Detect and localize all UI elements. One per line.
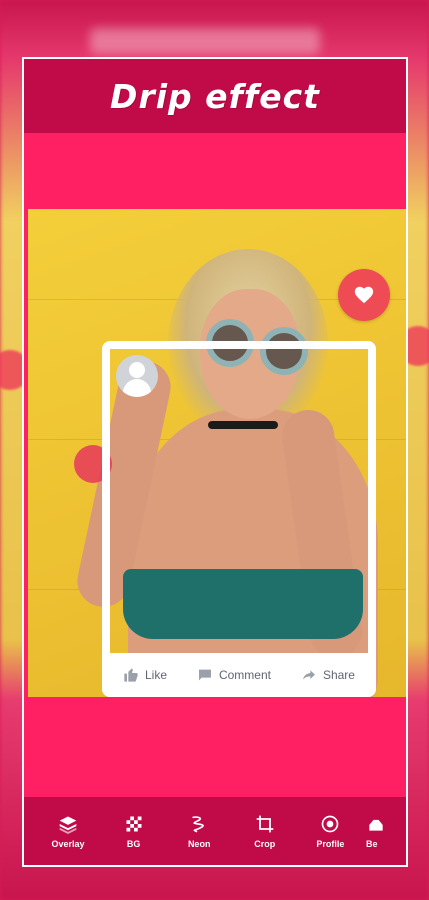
tool-overlay-label: Overlay [51, 838, 85, 849]
app-header: Drip effect [24, 59, 406, 133]
avatar [116, 355, 158, 397]
comment-icon [198, 669, 211, 681]
layers-icon [59, 816, 77, 834]
tool-crop-label: Crop [254, 838, 276, 849]
comment-label: Comment [218, 668, 271, 682]
like-label: Like [144, 668, 167, 682]
tool-partial[interactable]: Be [366, 814, 400, 849]
like-action[interactable]: Like [123, 667, 167, 683]
checker-icon [126, 816, 142, 831]
tool-bg-label: BG [126, 838, 141, 849]
tool-neon[interactable]: Neon [169, 814, 229, 849]
comment-action[interactable]: Comment [197, 667, 271, 683]
thumbs-up-icon [124, 668, 138, 682]
post-actions-bar: Like Comment Share [102, 653, 376, 697]
bottom-toolbar: Overlay BG Neon Crop Profile Be [24, 797, 406, 865]
tool-profile-label: Profile [316, 838, 345, 849]
edited-photo[interactable]: Like Comment Share [28, 209, 406, 697]
app-title: Drip effect [110, 76, 320, 116]
tool-crop[interactable]: Crop [235, 814, 295, 849]
tool-partial-label: Be [365, 838, 378, 849]
social-post-frame[interactable]: Like Comment Share [102, 341, 376, 697]
preview-frame: Drip effect Like Comment Share Overlay B… [22, 57, 408, 867]
crop-icon [256, 815, 274, 832]
tool-neon-label: Neon [187, 838, 211, 849]
share-action[interactable]: Share [301, 667, 355, 683]
neon-scribble-icon [192, 815, 205, 832]
share-label: Share [322, 668, 355, 682]
share-icon [302, 670, 315, 680]
tool-overlay[interactable]: Overlay [38, 814, 98, 849]
heart-reaction-bubble[interactable] [338, 269, 390, 321]
blurred-backdrop-title [90, 28, 320, 54]
tool-profile[interactable]: Profile [300, 814, 360, 849]
profile-target-icon [322, 815, 339, 832]
tool-bg[interactable]: BG [104, 814, 164, 849]
heart-icon [354, 286, 374, 304]
partial-icon [369, 819, 383, 831]
